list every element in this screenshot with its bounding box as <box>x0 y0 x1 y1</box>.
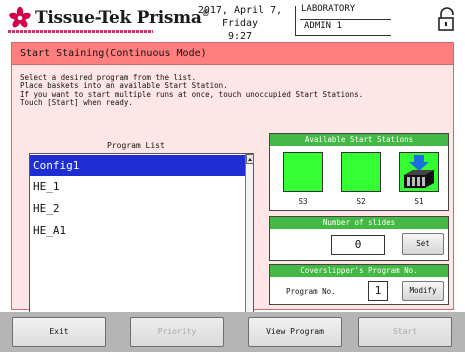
date-text: 2017, April 7, Friday <box>197 5 283 29</box>
priority-button[interactable]: Priority <box>130 317 224 347</box>
arrow-up-icon <box>248 158 252 161</box>
bottom-action-bar: Exit Priority View Program Start <box>0 312 465 352</box>
instructions: Select a desired program from the list. P… <box>20 73 364 107</box>
station-s1[interactable] <box>399 152 439 192</box>
date-time: 2017, April 7, Friday 9:27 <box>186 4 294 43</box>
slides-box: Number of slides 0 Set <box>269 216 449 261</box>
start-stations-box: Available Start Stations S3 S2 S1 <box>269 133 449 211</box>
station-s3[interactable] <box>283 152 323 192</box>
flower-logo-icon <box>9 6 31 28</box>
modify-button[interactable]: Modify <box>402 281 444 301</box>
location-label: LABORATORY <box>301 4 356 14</box>
coverslipper-title: Coverslipper's Program No. <box>270 265 448 277</box>
slides-count-field[interactable]: 0 <box>331 235 385 255</box>
account-info: LABORATORY ADMIN 1 <box>295 4 391 36</box>
brand-tagline-strip <box>8 30 153 33</box>
program-item-he-a1[interactable]: HE_A1 <box>30 220 248 241</box>
program-no-field[interactable]: 1 <box>368 281 388 301</box>
basket-insert-icon <box>404 155 434 188</box>
brand-logo: Tissue-Tek Prisma® <box>8 6 210 30</box>
start-staining-panel: Start Staining(Continuous Mode) Select a… <box>11 42 454 343</box>
start-stations-title: Available Start Stations <box>270 134 448 146</box>
panel-title: Start Staining(Continuous Mode) <box>12 43 453 65</box>
lock-icon[interactable] <box>436 7 458 33</box>
header: Tissue-Tek Prisma® 2017, April 7, Friday… <box>0 0 465 42</box>
slides-title: Number of slides <box>270 217 448 229</box>
scroll-up-button[interactable] <box>246 154 254 164</box>
station-s2[interactable] <box>341 152 381 192</box>
start-button[interactable]: Start <box>358 317 452 347</box>
view-program-button[interactable]: View Program <box>248 317 342 347</box>
user-label: ADMIN 1 <box>304 21 342 31</box>
program-item-he-1[interactable]: HE_1 <box>30 176 248 197</box>
station-s1-label: S1 <box>414 197 424 206</box>
coverslipper-box: Coverslipper's Program No. Program No. 1… <box>269 264 449 305</box>
set-button[interactable]: Set <box>402 233 444 255</box>
program-no-label: Program No. <box>286 287 336 296</box>
station-s3-label: S3 <box>298 197 308 206</box>
program-list-label: Program List <box>107 141 165 150</box>
exit-button[interactable]: Exit <box>12 317 106 347</box>
brand-name: Tissue-Tek Prisma® <box>35 8 210 28</box>
station-s2-label: S2 <box>356 197 366 206</box>
program-item-config1[interactable]: Config1 <box>30 155 248 176</box>
program-item-he-2[interactable]: HE_2 <box>30 198 248 219</box>
